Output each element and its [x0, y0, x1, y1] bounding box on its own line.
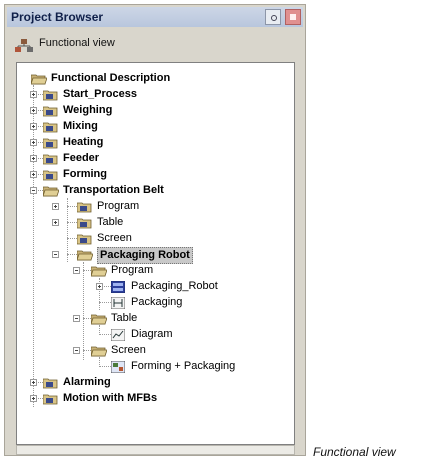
tree-label: Motion with MFBs	[63, 392, 158, 404]
tree-node-heating[interactable]: Heating	[17, 135, 287, 151]
tree-node-transportation-belt[interactable]: Transportation Belt	[17, 183, 287, 199]
collapse-icon[interactable]	[52, 251, 59, 258]
folder-open-icon	[91, 346, 107, 357]
tree-view[interactable]: Functional Description Start_Process Wei…	[16, 62, 295, 445]
tree-label: Transportation Belt	[63, 184, 164, 196]
tree-node-motion-mfbs[interactable]: Motion with MFBs	[17, 391, 287, 407]
folder-icon	[77, 218, 92, 229]
folder-icon	[43, 90, 58, 101]
expand-icon[interactable]	[30, 107, 37, 114]
tree-label: Alarming	[63, 376, 111, 388]
tree-node-functional-description[interactable]: Functional Description	[17, 71, 287, 87]
close-icon[interactable]	[285, 9, 301, 25]
expand-icon[interactable]	[30, 123, 37, 130]
folder-open-icon	[91, 266, 107, 277]
tree-label: Forming + Packaging	[131, 360, 236, 372]
tree-node-mixing[interactable]: Mixing	[17, 119, 287, 135]
view-label: Functional view	[39, 37, 115, 49]
expand-icon[interactable]	[30, 395, 37, 402]
tree-node-feeder[interactable]: Feeder	[17, 151, 287, 167]
panel-title: Project Browser	[11, 10, 104, 24]
tree-node-tb-screen[interactable]: Screen	[17, 231, 287, 247]
expand-icon[interactable]	[52, 219, 59, 226]
collapse-icon[interactable]	[73, 347, 80, 354]
tree-label: Diagram	[131, 328, 173, 340]
folder-icon	[43, 170, 58, 181]
folder-open-icon	[43, 186, 59, 197]
tree-label: Start_Process	[63, 88, 137, 100]
collapse-icon[interactable]	[73, 315, 80, 322]
tree-label: Feeder	[63, 152, 100, 164]
tree-label: Screen	[111, 344, 146, 356]
sfc-program-icon	[111, 281, 125, 293]
project-browser-panel: Project Browser Functional view Function…	[4, 4, 306, 456]
tree-node-pr-table[interactable]: Table	[17, 311, 287, 327]
folder-icon	[43, 138, 58, 149]
ld-program-icon	[111, 297, 125, 309]
tree-label: Forming	[63, 168, 107, 180]
tree-node-program-packaging-robot[interactable]: Packaging_Robot	[17, 279, 287, 295]
folder-open-icon	[31, 74, 47, 85]
expand-icon[interactable]	[30, 379, 37, 386]
tree-node-pr-program[interactable]: Program	[17, 263, 287, 279]
tree-node-table-diagram[interactable]: Diagram	[17, 327, 287, 343]
folder-icon	[43, 394, 58, 405]
tree-node-forming[interactable]: Forming	[17, 167, 287, 183]
tree-label: Weighing	[63, 104, 113, 116]
tree-label: Mixing	[63, 120, 98, 132]
folder-open-icon	[77, 250, 93, 261]
tree-label: Table	[111, 312, 138, 324]
expand-icon[interactable]	[30, 139, 37, 146]
tree-node-program-packaging[interactable]: Packaging	[17, 295, 287, 311]
tree-node-tb-table[interactable]: Table	[17, 215, 287, 231]
tree-label: Program	[97, 200, 140, 212]
folder-icon	[77, 202, 92, 213]
tree-label: Screen	[97, 232, 132, 244]
collapse-icon[interactable]	[73, 267, 80, 274]
tree-node-weighing[interactable]: Weighing	[17, 103, 287, 119]
collapse-icon[interactable]	[30, 187, 37, 194]
tree-node-alarming[interactable]: Alarming	[17, 375, 287, 391]
folder-open-icon	[91, 314, 107, 325]
tree-node-pr-screen[interactable]: Screen	[17, 343, 287, 359]
tree-node-start-process[interactable]: Start_Process	[17, 87, 287, 103]
tree-node-packaging-robot[interactable]: Packaging Robot	[17, 247, 287, 264]
title-bar: Project Browser	[7, 7, 303, 27]
folder-icon	[43, 378, 58, 389]
tree-node-screen-forming-packaging[interactable]: Forming + Packaging	[17, 359, 287, 375]
horizontal-scrollbar[interactable]	[16, 445, 295, 455]
figure-caption: Functional view	[313, 445, 396, 459]
pin-icon[interactable]	[265, 9, 281, 25]
tree-label: Program	[111, 264, 154, 276]
folder-icon	[43, 122, 58, 133]
folder-icon	[43, 106, 58, 117]
expand-icon[interactable]	[30, 171, 37, 178]
tree-label: Packaging	[131, 296, 183, 308]
diagram-icon	[111, 329, 125, 341]
expand-icon[interactable]	[30, 155, 37, 162]
tree-label: Table	[97, 216, 124, 228]
screen-icon	[111, 361, 125, 373]
expand-icon[interactable]	[52, 203, 59, 210]
tree-label: Heating	[63, 136, 104, 148]
folder-icon	[77, 234, 92, 245]
tree-node-tb-program[interactable]: Program	[17, 199, 287, 215]
tree-label: Functional Description	[51, 72, 171, 84]
tree-label: Packaging_Robot	[131, 280, 218, 292]
functional-view-icon	[15, 39, 33, 52]
expand-icon[interactable]	[96, 283, 103, 290]
tree-label-selected: Packaging Robot	[97, 247, 193, 264]
expand-icon[interactable]	[30, 91, 37, 98]
folder-icon	[43, 154, 58, 165]
